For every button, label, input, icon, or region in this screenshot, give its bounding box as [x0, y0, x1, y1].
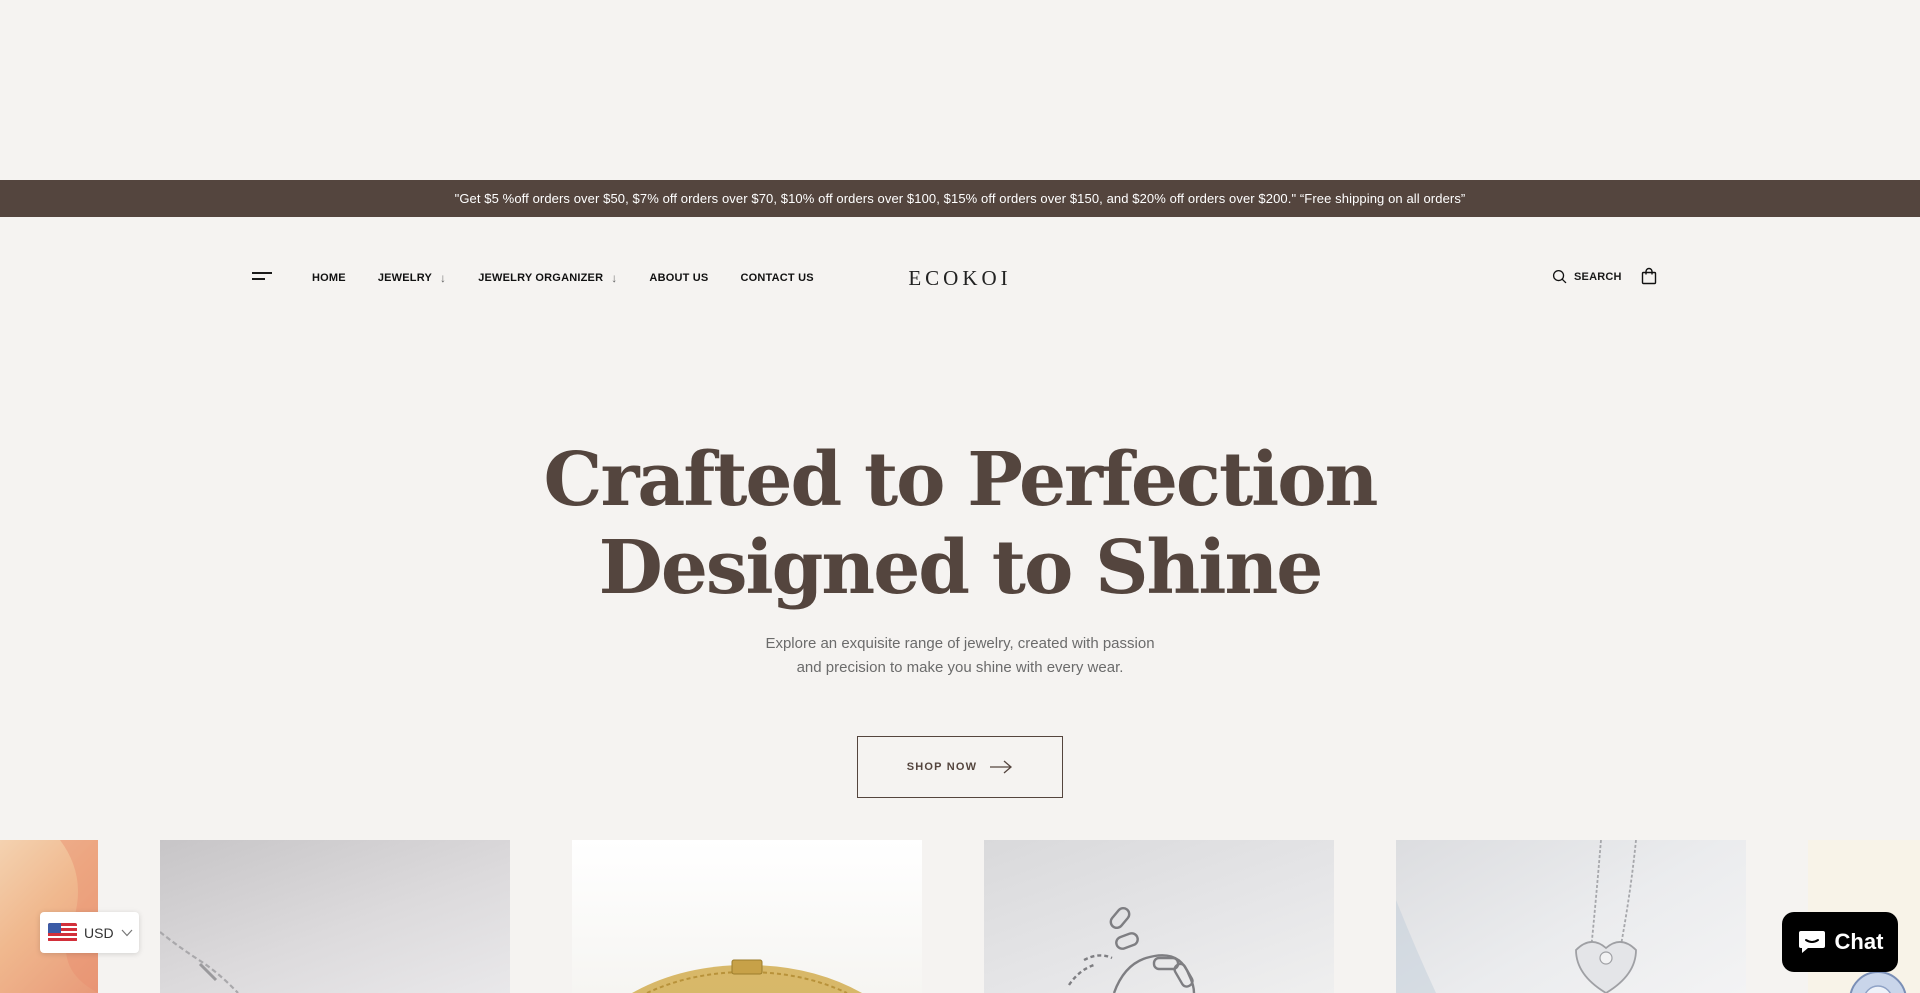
hero-subtitle: Explore an exquisite range of jewelry, c…	[0, 632, 1920, 680]
product-card[interactable]	[984, 840, 1334, 993]
announcement-text: "Get $5 %off orders over $50, $7% off or…	[454, 191, 1466, 206]
arrow-right-icon	[990, 760, 1013, 774]
chat-bubble-icon	[1798, 931, 1825, 953]
dropdown-arrow-icon: ↓	[439, 271, 447, 285]
menu-icon[interactable]	[252, 269, 272, 283]
product-image	[632, 959, 862, 993]
nav-item-contact-us[interactable]: CONTACT US	[740, 272, 813, 284]
shopping-bag-icon	[1641, 267, 1657, 285]
currency-selector[interactable]: USD	[40, 912, 139, 953]
nav-item-label: CONTACT US	[740, 272, 814, 284]
hero-subtitle-line: and precision to make you shine with eve…	[796, 659, 1124, 676]
nav-item-jewelry-organizer[interactable]: JEWELRY ORGANIZER ↓	[478, 272, 617, 284]
main-nav: HOME JEWELRY ↓ JEWELRY ORGANIZER ↓ ABOUT…	[312, 217, 846, 339]
nav-item-jewelry[interactable]: JEWELRY ↓	[378, 272, 446, 284]
product-image	[160, 931, 239, 993]
nav-item-about-us[interactable]: ABOUT US	[649, 272, 708, 284]
nav-item-label: JEWELRY ORGANIZER	[478, 272, 604, 284]
chevron-down-icon	[121, 929, 133, 936]
product-image	[1396, 840, 1637, 993]
announcement-bar: "Get $5 %off orders over $50, $7% off or…	[0, 180, 1920, 217]
search-button[interactable]: SEARCH	[1552, 269, 1622, 284]
product-card[interactable]	[572, 840, 922, 993]
currency-code: USD	[84, 924, 114, 941]
shop-now-label: SHOP NOW	[906, 761, 978, 773]
product-card[interactable]	[1396, 840, 1746, 993]
dropdown-arrow-icon: ↓	[611, 271, 618, 285]
nav-item-home[interactable]: HOME	[312, 272, 346, 284]
product-image	[1068, 906, 1196, 993]
shop-now-button[interactable]: SHOP NOW	[857, 736, 1063, 798]
hero-title: Crafted to Perfection Designed to Shine	[0, 436, 1920, 612]
cart-button[interactable]	[1641, 267, 1657, 290]
nav-item-label: HOME	[312, 272, 346, 284]
chat-button[interactable]: Chat	[1782, 912, 1898, 972]
us-flag-icon	[48, 923, 77, 942]
site-header: HOME JEWELRY ↓ JEWELRY ORGANIZER ↓ ABOUT…	[0, 217, 1920, 339]
nav-item-label: ABOUT US	[649, 272, 709, 284]
hero-subtitle-line: Explore an exquisite range of jewelry, c…	[765, 635, 1155, 652]
product-card[interactable]	[160, 840, 510, 993]
hero-title-line: Crafted to Perfection	[543, 437, 1379, 523]
hero-title-line: Designed to Shine	[598, 525, 1324, 611]
nav-item-label: JEWELRY	[377, 272, 432, 284]
site-logo[interactable]: ECOKOI	[860, 217, 1060, 339]
chat-label: Chat	[1834, 929, 1884, 954]
search-icon	[1552, 269, 1567, 284]
search-label: SEARCH	[1574, 270, 1622, 283]
